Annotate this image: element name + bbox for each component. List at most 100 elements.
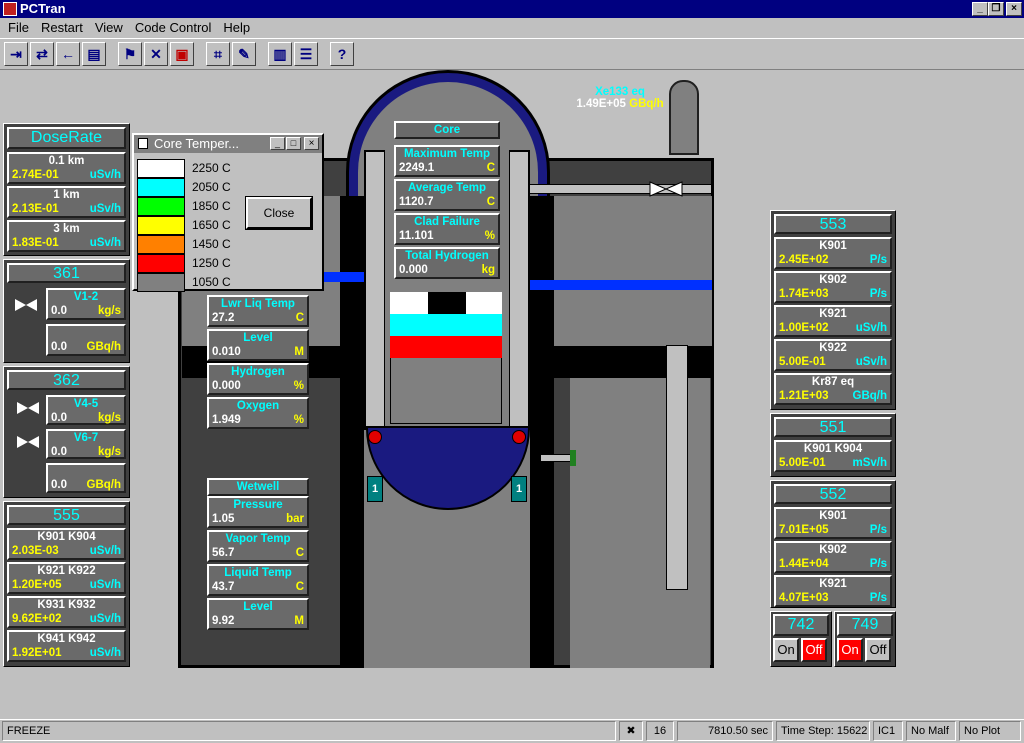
readout-value: 2249.1	[399, 162, 435, 174]
readout-unit: P/s	[869, 524, 887, 536]
core-zone	[390, 292, 428, 314]
status-count: 16	[646, 721, 674, 741]
list-icon: ☰	[299, 46, 313, 62]
panel-362: 362 V4-5 0.0 kg/s V6-7 0.0 kg/s 0.0 GBq/h	[3, 366, 130, 498]
readout-label: Total Hydrogen	[405, 250, 489, 262]
readout-label: K901	[819, 240, 847, 252]
valve-icon[interactable]	[16, 435, 40, 449]
readout-label: K921 K922	[37, 565, 96, 577]
maximize-button[interactable]: □	[286, 137, 301, 150]
readout-value: 5.00E-01	[779, 457, 826, 469]
valve-icon[interactable]	[14, 298, 38, 312]
readout-value: 9.92	[212, 615, 235, 627]
readout-value: 4.07E+03	[779, 592, 829, 604]
readout-unit: uSv/h	[89, 545, 121, 557]
edit-icon: ✎	[238, 46, 250, 62]
readout-value: 1.00E+02	[779, 322, 829, 334]
doserate-panel: DoseRate 0.1 km 2.74E-01 uSv/h 1 km 2.13E-0…	[3, 123, 130, 256]
readout-unit: %	[293, 414, 304, 426]
stop-icon: ✕	[150, 46, 162, 62]
plot-button[interactable]: ⌗	[206, 42, 230, 66]
readout-label: Liquid Temp	[224, 567, 292, 579]
readout-label: Maximum Temp	[403, 148, 491, 160]
readout-unit: P/s	[869, 254, 887, 266]
edit-button[interactable]: ✎	[232, 42, 256, 66]
status-time: 7810.50 sec	[677, 721, 773, 741]
run-button[interactable]: ⚑	[118, 42, 142, 66]
menu-file[interactable]: File	[4, 18, 33, 38]
minimize-button[interactable]: _	[972, 2, 988, 16]
readout-label: 0.1 km	[48, 155, 85, 167]
readout-value: 1.05	[212, 513, 235, 525]
readout-unit: uSv/h	[89, 613, 121, 625]
monitor-readout: K901 2.45E+02 P/s	[774, 237, 892, 269]
wetwell-title: Wetwell	[207, 478, 309, 496]
readout-value: 1.949	[212, 414, 241, 426]
legend-label: 1250 C	[192, 256, 231, 270]
stop-button[interactable]: ✕	[144, 42, 168, 66]
readout-unit: uSv/h	[89, 169, 121, 181]
readout-label: K941 K942	[37, 633, 96, 645]
readout-label: V6-7	[73, 432, 99, 444]
monitor-readout: Kr87 eq 1.21E+03 GBq/h	[774, 373, 892, 405]
wetwell-readout: Level 9.92 M	[207, 598, 309, 630]
off-button[interactable]: Off	[801, 638, 827, 662]
menu-code-control[interactable]: Code Control	[131, 18, 216, 38]
report-button[interactable]: ▥	[268, 42, 292, 66]
exit-button[interactable]: ⇥	[4, 42, 28, 66]
valve-icon[interactable]	[16, 401, 40, 415]
help-button[interactable]: ?	[330, 42, 354, 66]
restore-button[interactable]: ❐	[988, 2, 1004, 16]
readout-value: 0.0	[51, 341, 67, 353]
readout-unit: kg	[481, 264, 495, 276]
readout-unit: kg/s	[97, 305, 121, 317]
steam-line	[528, 280, 712, 290]
wetwell-panel: Wetwell Pressure 1.05 bar Vapor Temp 56.7 C …	[207, 478, 309, 630]
readout-label: Kr87 eq	[811, 376, 855, 388]
readout-unit: GBq/h	[86, 341, 122, 353]
on-button[interactable]: On	[837, 638, 863, 662]
list-button[interactable]: ☰	[294, 42, 318, 66]
menu-view[interactable]: View	[91, 18, 127, 38]
readout-unit: uSv/h	[89, 237, 121, 249]
back-button[interactable]: ←	[56, 42, 80, 66]
minimize-button[interactable]: _	[270, 137, 285, 150]
vent-valve-icon[interactable]	[648, 180, 684, 198]
recirc-pump-left[interactable]: 1	[367, 476, 383, 502]
pump-motor	[512, 430, 526, 444]
menu-restart[interactable]: Restart	[37, 18, 87, 38]
readout-label: K902	[819, 544, 847, 556]
core-readout: Total Hydrogen 0.000 kg	[394, 247, 500, 279]
readout-label: 3 km	[53, 223, 80, 235]
close-icon[interactable]: ×	[304, 137, 319, 150]
close-window-button[interactable]: ×	[1006, 2, 1022, 16]
readout-value: 1.44E+04	[779, 558, 829, 570]
off-button[interactable]: Off	[865, 638, 891, 662]
legend-swatch	[137, 273, 185, 292]
drywell-readout: Hydrogen 0.000%	[207, 363, 309, 395]
readout-value: 11.101	[399, 230, 434, 242]
print-button[interactable]: ▤	[82, 42, 106, 66]
right-lower-room	[570, 378, 710, 668]
close-button[interactable]: Close	[245, 196, 313, 230]
readout-label: K922	[819, 342, 847, 354]
panel-552: 552 K901 7.01E+05 P/s K902 1.44E+04 P/s K921…	[770, 480, 896, 608]
legend-swatch	[137, 216, 185, 235]
core-temp-window: Core Temper... _ □ × 2250 C 2050 C 1850 …	[132, 133, 324, 292]
window-icon	[138, 138, 148, 149]
malfunction-button[interactable]: ▣	[170, 42, 194, 66]
readout-label: V4-5	[73, 398, 99, 410]
readout-label: Lwr Liq Temp	[221, 298, 295, 310]
panel-555-title: 555	[7, 505, 126, 525]
readout-label: Level	[243, 332, 273, 344]
on-button[interactable]: On	[773, 638, 799, 662]
status-ic: IC1	[873, 721, 903, 741]
exit-icon: ⇥	[10, 46, 22, 62]
wetwell-readout: Vapor Temp 56.7 C	[207, 530, 309, 562]
restart-button[interactable]: ⇄	[30, 42, 54, 66]
valve-readout: V6-7 0.0 kg/s	[46, 429, 126, 459]
readout-unit: C	[295, 581, 304, 593]
menu-help[interactable]: Help	[219, 18, 254, 38]
recirc-pump-right[interactable]: 1	[511, 476, 527, 502]
readout-unit: uSv/h	[89, 203, 121, 215]
